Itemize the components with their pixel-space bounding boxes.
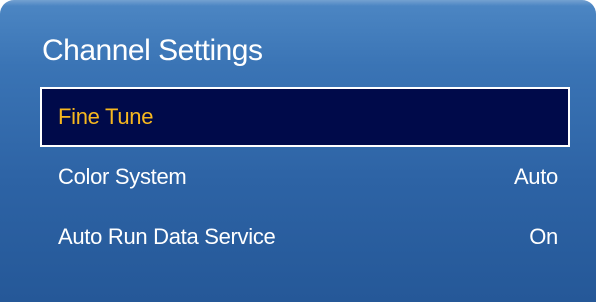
menu-item-value: On: [529, 224, 558, 249]
channel-settings-panel: Channel Settings Fine Tune Color System …: [0, 0, 596, 302]
menu-item-color-system[interactable]: Color System Auto: [40, 147, 570, 207]
menu-item-fine-tune[interactable]: Fine Tune: [40, 87, 570, 147]
menu-item-label: Fine Tune: [58, 104, 154, 129]
menu-item-auto-run-data-service[interactable]: Auto Run Data Service On: [40, 207, 570, 267]
menu-item-label: Auto Run Data Service: [58, 224, 276, 249]
menu-item-label: Color System: [58, 164, 187, 189]
menu-item-value: Auto: [513, 164, 558, 189]
settings-menu: Fine Tune Color System Auto Auto Run Dat…: [40, 87, 570, 267]
panel-title: Channel Settings: [42, 34, 263, 67]
